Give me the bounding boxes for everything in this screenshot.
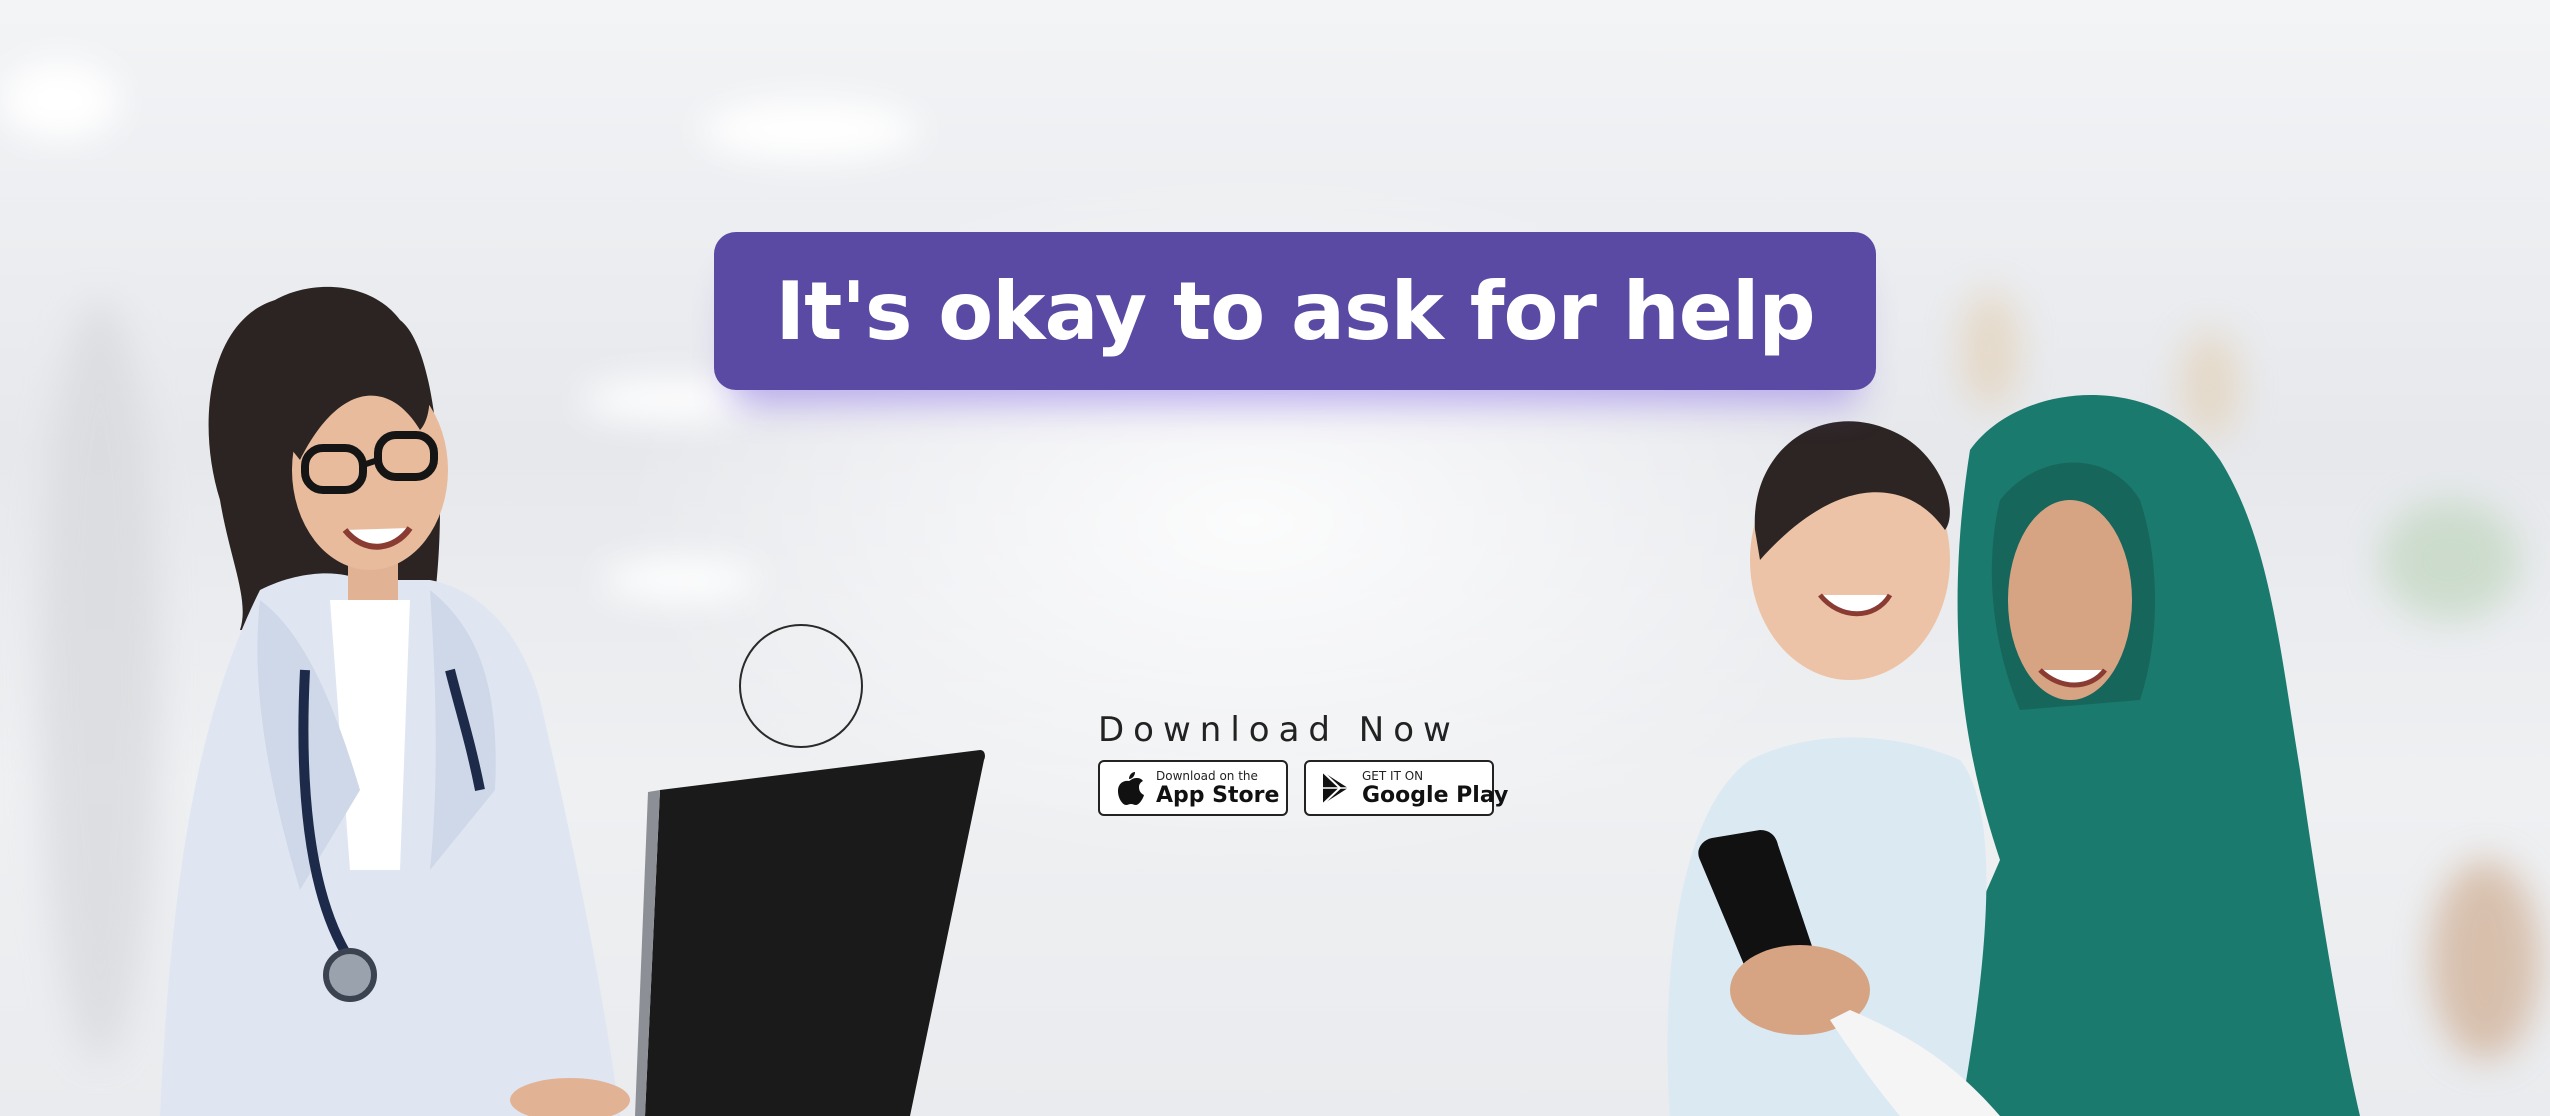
mother-and-baby-photo [1667,395,2360,1116]
google-play-icon [1322,771,1348,805]
app-store-small-text: Download on the [1156,768,1258,783]
google-play-small-text: GET IT ON [1362,768,1424,783]
app-store-button[interactable]: Download on the App Store [1098,760,1288,816]
apple-icon [1118,772,1144,805]
headline-text: It's okay to ask for help [775,264,1815,358]
headline-banner: It's okay to ask for help [714,232,1876,390]
google-play-label: Google Play [1362,782,1509,808]
app-store-label: App Store [1156,782,1280,808]
doctor-with-tablet-photo [160,286,985,1116]
google-play-button[interactable]: GET IT ON Google Play [1304,760,1508,816]
circle-cursor-indicator [739,624,863,748]
download-now-label: Download Now [1098,710,1460,750]
